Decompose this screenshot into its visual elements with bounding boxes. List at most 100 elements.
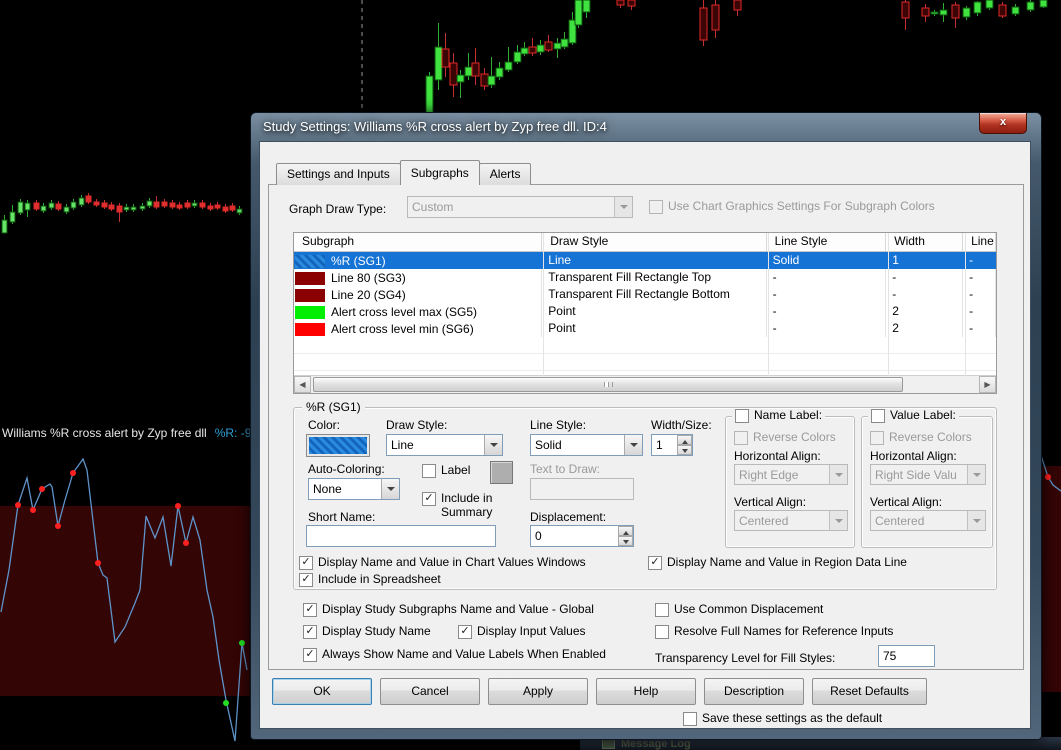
spin-up-icon[interactable] <box>618 526 633 536</box>
transparency-level-input[interactable] <box>878 645 935 667</box>
subgraph-row[interactable]: Alert cross level min (SG6) Point -2- <box>294 320 996 337</box>
description-button[interactable]: Description <box>704 678 804 705</box>
alert-cross-max-dot <box>223 700 229 706</box>
candlestick <box>17 201 24 214</box>
study-name-label: Williams %R cross alert by Zyp free dll%… <box>2 426 275 440</box>
value-horizontal-align-combo[interactable]: Right Side Valu <box>870 464 986 485</box>
use-common-displacement-checkbox[interactable]: Use Common Displacement <box>655 602 823 617</box>
tab-alerts[interactable]: Alerts <box>478 163 532 185</box>
value-horizontal-align-label: Horizontal Align: <box>870 449 957 463</box>
graph-draw-type-combo[interactable]: Custom <box>407 196 633 218</box>
scroll-right-arrow-icon[interactable]: ▶ <box>979 376 996 393</box>
spin-down-icon[interactable] <box>677 445 692 455</box>
column-header-draw-style[interactable]: Draw Style <box>542 233 767 251</box>
scrollbar-track[interactable] <box>311 376 979 393</box>
help-button[interactable]: Help <box>596 678 696 705</box>
candlestick <box>434 46 443 81</box>
candlestick <box>1 219 8 234</box>
display-input-values-checkbox[interactable]: ✓ Display Input Values <box>458 624 586 639</box>
subgraph-row[interactable]: %R (SG1) Line Solid 1- <box>294 252 996 269</box>
value-reverse-colors-checkbox[interactable]: Reverse Colors <box>870 430 972 445</box>
name-label-checkbox[interactable]: Name Label: <box>732 408 826 423</box>
scrollbar-thumb[interactable] <box>313 377 903 392</box>
short-name-input[interactable] <box>306 525 496 547</box>
cancel-button[interactable]: Cancel <box>380 678 480 705</box>
dialog-title: Study Settings: Williams %R cross alert … <box>263 119 607 134</box>
checkbox-box: ✓ <box>303 603 317 617</box>
subgraph-name: Line 20 (SG4) <box>331 287 406 302</box>
displacement-spinner[interactable]: 0 <box>530 525 634 547</box>
column-header-line-l[interactable]: Line L <box>963 233 996 251</box>
displacement-value: 0 <box>535 529 542 543</box>
draw-style-combo[interactable]: Line <box>386 434 503 456</box>
column-header-subgraph[interactable]: Subgraph <box>294 233 543 251</box>
dialog-titlebar[interactable]: Study Settings: Williams %R cross alert … <box>251 113 1041 141</box>
ok-button[interactable]: OK <box>272 678 372 705</box>
table-cell: - <box>886 269 964 286</box>
candlestick <box>901 1 910 19</box>
name-horizontal-align-combo[interactable]: Right Edge <box>734 464 848 485</box>
auto-coloring-combo[interactable]: None <box>308 478 400 500</box>
table-horizontal-scrollbar[interactable]: ◀ ▶ <box>294 375 996 393</box>
display-subgraphs-global-checkbox[interactable]: ✓ Display Study Subgraphs Name and Value … <box>303 602 594 617</box>
candlestick <box>930 11 939 15</box>
candlestick <box>449 62 458 86</box>
candlestick <box>33 202 40 210</box>
value-vertical-align-combo[interactable]: Centered <box>870 510 986 531</box>
candlestick <box>236 208 243 214</box>
subgraph-row[interactable]: Line 80 (SG3) Transparent Fill Rectangle … <box>294 269 996 286</box>
resolve-full-names-checkbox[interactable]: Resolve Full Names for Reference Inputs <box>655 624 894 639</box>
candlestick <box>627 0 636 7</box>
alert-cross-min-dot <box>183 540 189 546</box>
display-chart-values-checkbox[interactable]: ✓ Display Name and Value in Chart Values … <box>299 555 586 570</box>
subgraph-row[interactable]: Alert cross level max (SG5) Point -2- <box>294 303 996 320</box>
spin-up-icon[interactable] <box>677 435 692 445</box>
table-empty-gridlines <box>294 337 996 376</box>
name-vertical-align-combo[interactable]: Centered <box>734 510 848 531</box>
use-chart-graphics-checkbox[interactable]: Use Chart Graphics Settings For Subgraph… <box>649 199 935 214</box>
tab-subgraphs[interactable]: Subgraphs <box>399 160 480 185</box>
candlestick <box>161 201 168 207</box>
width-size-spinner[interactable]: 1 <box>651 434 693 456</box>
table-cell: 1 <box>886 252 964 269</box>
tab-settings-and-inputs[interactable]: Settings and Inputs <box>276 163 401 185</box>
alert-cross-min-dot <box>30 507 36 513</box>
subgraph-row[interactable]: Line 20 (SG4) Transparent Fill Rectangle … <box>294 286 996 303</box>
always-show-labels-checkbox[interactable]: ✓ Always Show Name and Value Labels When … <box>303 647 606 662</box>
spin-down-icon[interactable] <box>618 536 633 546</box>
subgraph-color-swatch <box>295 254 325 268</box>
column-header-line-style[interactable]: Line Style <box>767 233 887 251</box>
close-button[interactable]: x <box>979 113 1027 134</box>
display-region-data-line-checkbox[interactable]: ✓ Display Name and Value in Region Data L… <box>648 555 907 570</box>
checkbox-label: Display Input Values <box>477 624 586 638</box>
scroll-left-arrow-icon[interactable]: ◀ <box>294 376 311 393</box>
name-reverse-colors-checkbox[interactable]: Reverse Colors <box>734 430 836 445</box>
candlestick <box>939 9 948 16</box>
label-checkbox[interactable]: Label <box>422 463 470 478</box>
display-study-name-checkbox[interactable]: ✓ Display Study Name <box>303 624 431 639</box>
value-label-checkbox[interactable]: Value Label: <box>868 408 959 423</box>
text-to-draw-input[interactable] <box>530 478 634 500</box>
include-in-summary-checkbox[interactable]: ✓ Include in Summary <box>422 491 532 519</box>
label-color-button[interactable] <box>490 461 513 484</box>
candlestick <box>1039 0 1048 8</box>
apply-button[interactable]: Apply <box>488 678 588 705</box>
reset-defaults-button[interactable]: Reset Defaults <box>812 678 927 705</box>
color-button[interactable] <box>306 434 370 457</box>
wr-fill-band <box>0 506 250 696</box>
table-cell: Transparent Fill Rectangle Bottom <box>542 286 767 303</box>
chevron-down-icon <box>967 465 985 484</box>
column-header-width[interactable]: Width <box>886 233 964 251</box>
checkbox-label: Resolve Full Names for Reference Inputs <box>674 624 894 638</box>
candlestick <box>108 204 115 210</box>
table-column-divider <box>965 233 966 376</box>
auto-coloring-value: None <box>313 482 342 496</box>
checkbox-label: Save these settings as the default <box>702 711 883 725</box>
line-style-combo[interactable]: Solid <box>530 434 643 456</box>
include-in-spreadsheet-checkbox[interactable]: ✓ Include in Spreadsheet <box>299 572 441 587</box>
table-cell: - <box>963 286 996 303</box>
color-label: Color: <box>308 418 341 432</box>
candlestick <box>191 202 198 207</box>
name-horizontal-align-value: Right Edge <box>739 467 799 482</box>
save-as-default-checkbox[interactable]: Save these settings as the default <box>683 711 883 726</box>
